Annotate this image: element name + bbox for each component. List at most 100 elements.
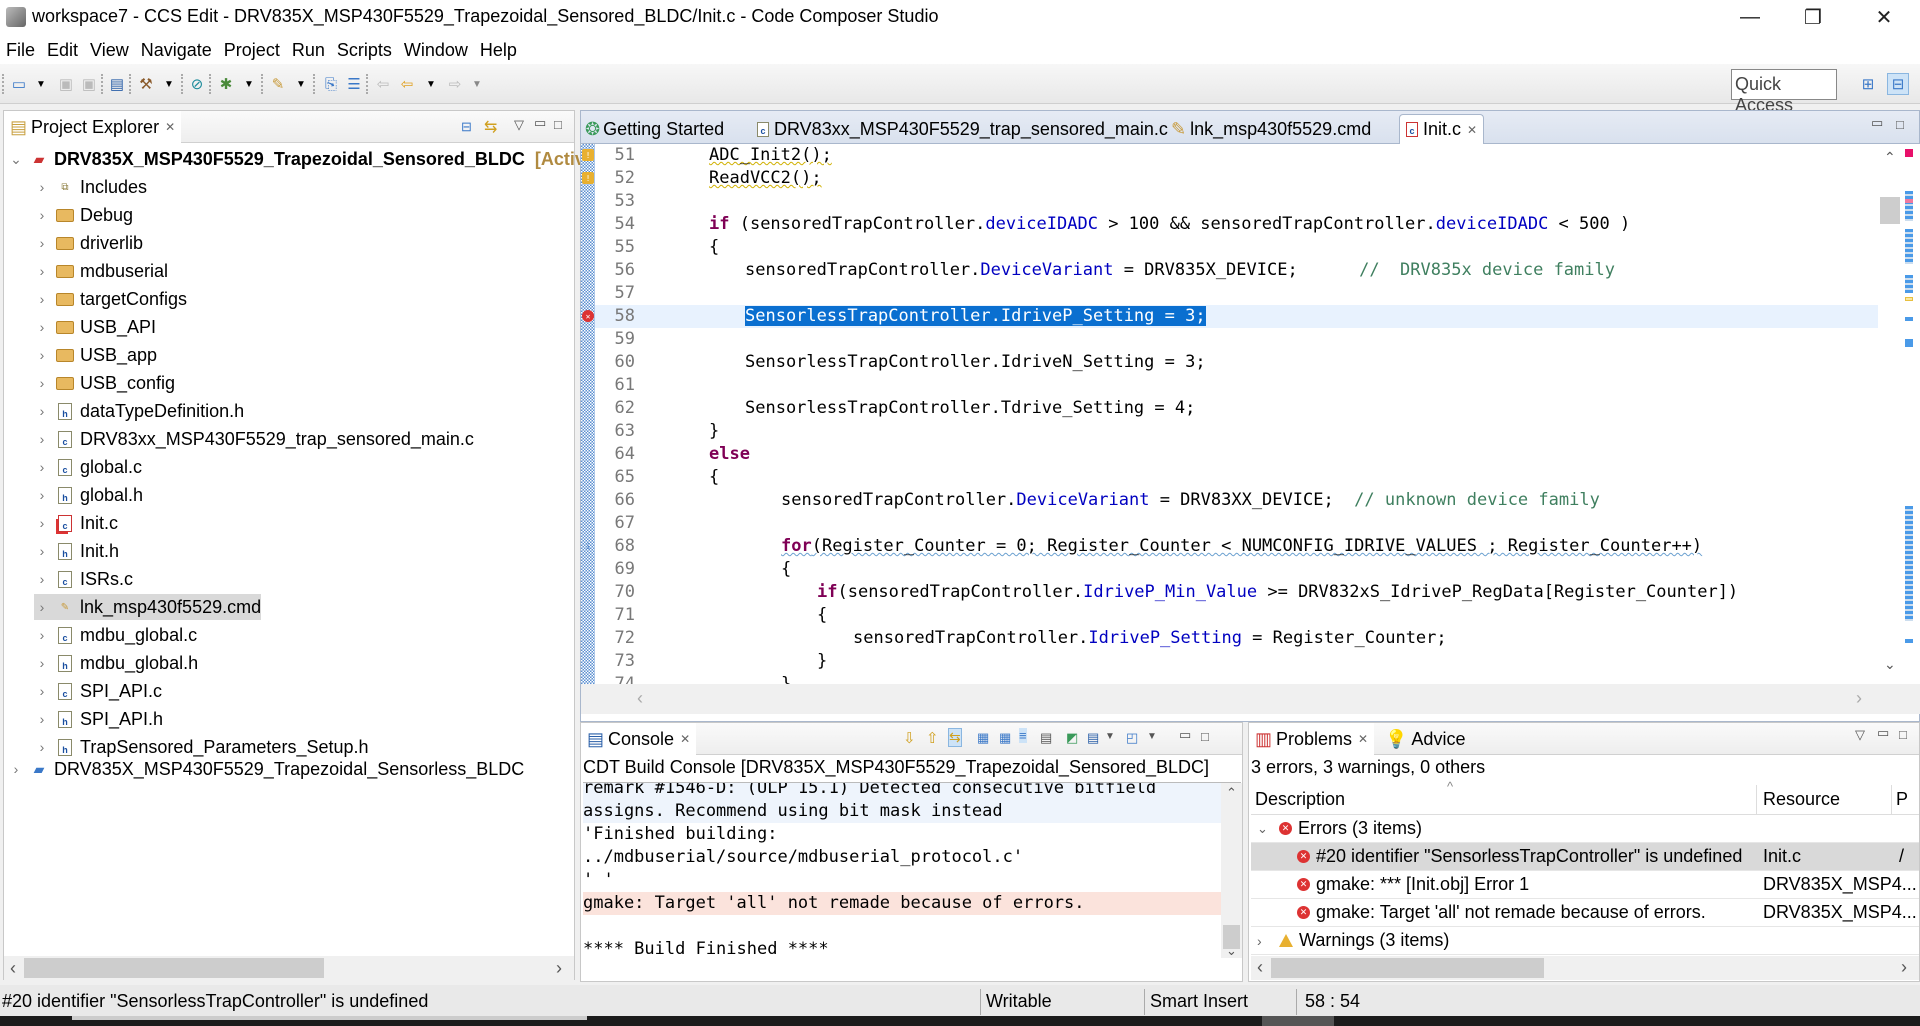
remove-launch-icon[interactable]: ▤ — [1040, 730, 1052, 746]
warning-marker-icon[interactable]: ! — [582, 149, 594, 161]
chevron-right-icon[interactable]: › — [34, 459, 50, 475]
chevron-right-icon[interactable]: › — [34, 431, 50, 447]
minimize-panel-icon[interactable]: ▭ — [534, 115, 546, 131]
forward-icon[interactable]: ⇨ — [444, 73, 466, 95]
chevron-right-icon[interactable]: › — [34, 655, 50, 671]
occurrence-marker[interactable] — [1905, 639, 1913, 643]
scroll-down-arrow-icon[interactable]: ⇩ — [903, 729, 916, 747]
scroll-right-icon[interactable]: › — [1901, 957, 1907, 978]
build-hammer-icon[interactable]: ⚒ — [135, 73, 157, 95]
tab-console[interactable]: ▤ Console ✕ — [581, 723, 697, 755]
scroll-left-icon[interactable]: ‹ — [637, 688, 643, 709]
code-line[interactable]: 70 if(sensoredTrapController.IdriveP_Min_… — [581, 581, 1878, 604]
editor-hscrollbar[interactable]: ‹ › — [581, 684, 1920, 714]
tree-item[interactable]: › mdbuserial — [34, 258, 168, 284]
view-menu-icon[interactable]: ▽ — [1855, 727, 1865, 743]
code-line[interactable]: i 68 for(Register_Counter = 0; Register_Co… — [581, 535, 1878, 558]
menu-file[interactable]: File — [6, 40, 35, 61]
error-marker[interactable] — [1905, 199, 1913, 203]
close-button[interactable]: ✕ — [1855, 0, 1913, 34]
save-all-icon[interactable]: ▣ — [78, 73, 100, 95]
code-line[interactable]: 74} — [581, 673, 1878, 684]
scroll-up-icon[interactable]: ⌃ — [1226, 785, 1237, 801]
chevron-right-icon[interactable]: › — [34, 235, 50, 251]
chevron-right-icon[interactable]: › — [34, 487, 50, 503]
code-line[interactable]: 64 else — [581, 443, 1878, 466]
new-icon[interactable]: ▭ — [8, 73, 30, 95]
scroll-up-arrow-icon[interactable]: ⇧ — [926, 729, 939, 747]
maximize-editor-icon[interactable]: □ — [1896, 117, 1904, 132]
new-console-dropdown-icon[interactable]: ▼ — [1147, 731, 1157, 742]
scroll-up-icon[interactable]: ⌃ — [1884, 149, 1896, 166]
scroll-left-icon[interactable]: ‹ — [10, 958, 16, 979]
problems-hscrollbar[interactable]: ‹ › — [1251, 956, 1919, 980]
code-area[interactable]: ! 51 ADC_Init2();! 52 ReadVCC2(); 53 54 if (sen… — [581, 144, 1878, 684]
chevron-down-icon[interactable]: ⌄ — [1257, 821, 1273, 837]
scroll-thumb[interactable] — [24, 958, 324, 978]
problems-group-errors[interactable]: ⌄ ✕ Errors (3 items) — [1251, 815, 1919, 843]
code-line[interactable]: 60 SensorlessTrapController.IdriveN_Setti… — [581, 351, 1878, 374]
occurrence-marker[interactable] — [1905, 275, 1913, 293]
chevron-right-icon[interactable]: › — [34, 319, 50, 335]
view-menu-icon[interactable]: ▽ — [514, 117, 524, 133]
tree-item[interactable]: › c SPI_API.c — [34, 678, 162, 704]
chevron-down-icon[interactable]: ⌄ — [8, 151, 24, 168]
tab-init-c[interactable]: c Init.c ✕ — [1399, 114, 1485, 144]
tree-item[interactable]: › USB_config — [34, 370, 175, 396]
collapse-all-icon[interactable]: ⊟ — [461, 119, 472, 135]
code-line[interactable]: 61 — [581, 374, 1878, 397]
problem-row[interactable]: ✕ gmake: Target 'all' not remade because… — [1251, 899, 1919, 927]
warning-marker-icon[interactable]: ! — [582, 172, 594, 184]
occurrence-marker[interactable] — [1905, 339, 1913, 347]
close-tab-icon[interactable]: ✕ — [165, 120, 175, 134]
back-dropdown-icon[interactable]: ▼ — [420, 73, 442, 95]
code-line[interactable]: 54 if (sensoredTrapController.deviceIDADC… — [581, 213, 1878, 236]
code-line[interactable]: 53 — [581, 190, 1878, 213]
occurrence-marker[interactable] — [1905, 317, 1913, 321]
open-console-icon[interactable]: ▤ — [1087, 730, 1099, 746]
code-line[interactable]: 56 sensoredTrapController.DeviceVariant =… — [581, 259, 1878, 282]
tree-item[interactable]: › h SPI_API.h — [34, 706, 163, 732]
console-dropdown-icon[interactable]: ▼ — [1105, 731, 1115, 742]
chevron-right-icon[interactable]: › — [34, 571, 50, 587]
tree-item[interactable]: › ⧉ Includes — [34, 174, 147, 200]
menu-run[interactable]: Run — [292, 40, 325, 61]
code-line[interactable]: 72 sensoredTrapController.IdriveP_Setting… — [581, 627, 1878, 650]
minimize-panel-icon[interactable]: ▭ — [1877, 725, 1889, 741]
open-task-icon[interactable]: ⎘ — [320, 73, 342, 95]
warning-marker[interactable] — [1905, 297, 1913, 301]
forward-dropdown-icon[interactable]: ▼ — [466, 73, 488, 95]
open-perspective-icon[interactable]: ⊞ — [1857, 73, 1879, 95]
code-line[interactable]: 66 sensoredTrapController.DeviceVariant =… — [581, 489, 1878, 512]
close-tab-icon[interactable]: ✕ — [680, 732, 690, 746]
chevron-right-icon[interactable]: › — [34, 683, 50, 699]
console-output[interactable]: remark #1546-D: (ULP 15.1) Detected cons… — [581, 783, 1221, 958]
code-line[interactable]: 57 — [581, 282, 1878, 305]
code-line[interactable]: 65 { — [581, 466, 1878, 489]
scroll-right-icon[interactable]: › — [1856, 688, 1862, 709]
occurrence-marker[interactable] — [1905, 191, 1913, 221]
menu-project[interactable]: Project — [224, 40, 280, 61]
menu-edit[interactable]: Edit — [47, 40, 78, 61]
ccs-edit-perspective-icon[interactable]: ⊟ — [1887, 73, 1909, 95]
code-line[interactable]: 67 — [581, 512, 1878, 535]
chevron-right-icon[interactable]: › — [34, 739, 50, 755]
column-path[interactable]: P — [1896, 789, 1908, 810]
minimize-panel-icon[interactable]: ▭ — [1179, 727, 1191, 743]
tree-project-sensored[interactable]: ⌄ ▰ DRV835X_MSP430F5529_Trapezoidal_Sens… — [8, 146, 606, 172]
menu-window[interactable]: Window — [404, 40, 468, 61]
tree-item[interactable]: › USB_app — [34, 342, 157, 368]
code-line[interactable]: 55 { — [581, 236, 1878, 259]
tab-problems[interactable]: ▥ Problems ✕ — [1249, 723, 1375, 755]
tree-item[interactable]: › targetConfigs — [34, 286, 187, 312]
menu-view[interactable]: View — [90, 40, 129, 61]
tree-item[interactable]: › USB_API — [34, 314, 156, 340]
column-resource[interactable]: Resource — [1763, 789, 1840, 810]
tab-getting-started[interactable]: ❂ Getting Started — [585, 114, 724, 144]
pin-console-icon[interactable]: ▦ — [999, 730, 1011, 746]
tree-item[interactable]: › c mdbu_global.c — [34, 622, 197, 648]
save-icon[interactable]: ▣ — [55, 73, 77, 95]
chevron-right-icon[interactable]: › — [34, 207, 50, 223]
code-line[interactable]: 73} — [581, 650, 1878, 673]
code-line[interactable]: 71 { — [581, 604, 1878, 627]
